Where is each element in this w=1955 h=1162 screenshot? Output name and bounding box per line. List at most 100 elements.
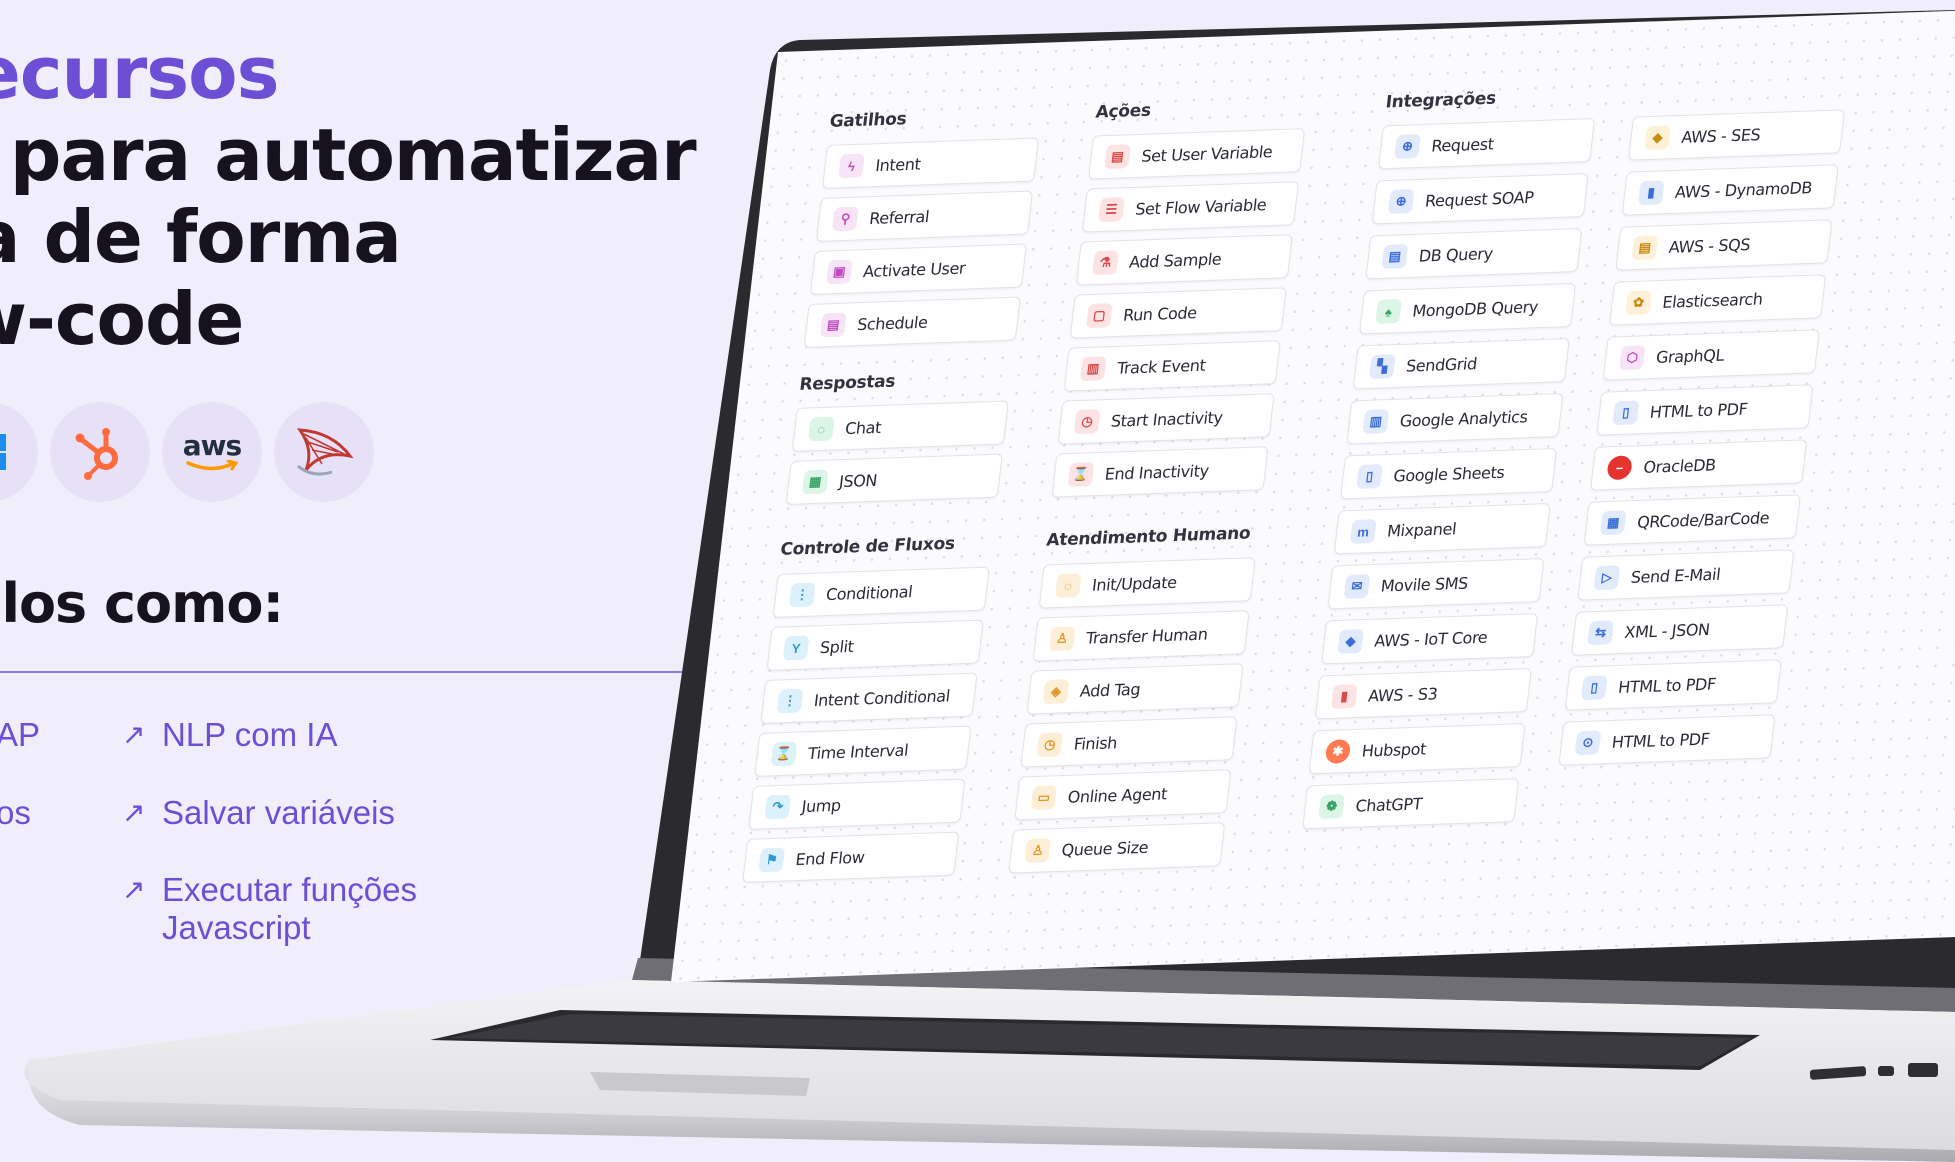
node-label: Intent (874, 154, 922, 175)
chat-icon: ◌ (807, 416, 835, 442)
node-referral[interactable]: ⚲ Referral (815, 190, 1033, 242)
jump-icon: ↷ (764, 794, 792, 820)
split-icon: Y (782, 635, 810, 661)
laptop-mockup: Gatilhos ϟ Intent ⚲ Referral ▣ Activate … (0, 0, 1955, 1162)
section-title-controle: Controle de Fluxos (779, 533, 956, 560)
node-conditional[interactable]: ⋮ Conditional (772, 566, 990, 618)
hubspot-icon: ✱ (1324, 739, 1352, 764)
node-label: AWS - S3 (1367, 683, 1439, 706)
node-queue-size[interactable]: ♙ Queue Size (1008, 822, 1226, 874)
node-label: End Inactivity (1103, 460, 1210, 484)
node-time-interval[interactable]: ⌛ Time Interval (754, 725, 972, 777)
node-json[interactable]: ▦ JSON (785, 453, 1003, 505)
node-start-inactivity[interactable]: ◷ Start Inactivity (1057, 393, 1275, 445)
node-track-event[interactable]: ▥ Track Event (1063, 340, 1281, 392)
node-label: HTML to PDF (1610, 728, 1711, 752)
branch-icon: ⋮ (776, 688, 804, 714)
node-html-to-pdf-2[interactable]: ▯ HTML to PDF (1564, 659, 1782, 711)
elasticsearch-icon: ✿ (1625, 290, 1652, 316)
node-label: HTML to PDF (1648, 398, 1749, 422)
node-sendgrid[interactable]: ▚ SendGrid (1352, 338, 1570, 390)
node-split[interactable]: Y Split (766, 619, 984, 671)
node-set-user-variable[interactable]: ▤ Set User Variable (1088, 128, 1306, 180)
clock-icon: ◷ (1036, 732, 1064, 758)
node-intent[interactable]: ϟ Intent (822, 137, 1040, 189)
monitor-icon: ▭ (1030, 785, 1058, 811)
node-aws-sqs[interactable]: ▤ AWS - SQS (1615, 219, 1833, 271)
node-label: DB Query (1417, 243, 1494, 266)
flag-icon: ⚑ (758, 847, 786, 873)
node-add-tag[interactable]: ◈ Add Tag (1026, 663, 1244, 715)
sample-icon: ⚗ (1091, 250, 1119, 276)
node-google-sheets[interactable]: ▯ Google Sheets (1340, 448, 1558, 500)
node-chatgpt[interactable]: ❁ ChatGPT (1302, 778, 1520, 830)
node-aws-dynamodb[interactable]: ▮ AWS - DynamoDB (1621, 164, 1839, 216)
node-request[interactable]: ⊕ Request (1378, 118, 1596, 170)
chart-icon: ▥ (1079, 356, 1107, 382)
node-mixpanel[interactable]: m Mixpanel (1333, 503, 1551, 555)
iot-icon: ◆ (1337, 629, 1364, 654)
node-html-to-pdf-3[interactable]: ⊙ HTML to PDF (1558, 714, 1776, 766)
node-chat[interactable]: ◌ Chat (791, 400, 1009, 452)
node-label: Mixpanel (1386, 518, 1458, 541)
sendgrid-icon: ▚ (1368, 354, 1396, 379)
envelope-icon: ✉ (1343, 574, 1371, 599)
node-xml-json[interactable]: ⇆ XML - JSON (1571, 604, 1789, 656)
node-label: Run Code (1122, 302, 1198, 325)
node-qrcode-barcode[interactable]: ▦ QRCode/BarCode (1583, 494, 1801, 546)
node-set-flow-variable[interactable]: ☰ Set Flow Variable (1081, 181, 1299, 233)
graphql-icon: ⬡ (1618, 345, 1646, 371)
node-aws-iot-core[interactable]: ◆ AWS - IoT Core (1321, 613, 1539, 665)
hourglass-icon: ⌛ (1067, 462, 1095, 488)
oracle-icon: − (1606, 455, 1633, 481)
node-label: Queue Size (1060, 837, 1150, 860)
aws-sqs-icon: ▤ (1631, 235, 1659, 261)
section-title-acoes: Ações (1094, 100, 1152, 123)
section-title-gatilhos: Gatilhos (828, 109, 908, 132)
node-request-soap[interactable]: ⊕ Request SOAP (1371, 173, 1589, 225)
node-finish[interactable]: ◷ Finish (1020, 716, 1238, 768)
node-activate-user[interactable]: ▣ Activate User (809, 243, 1027, 295)
node-aws-ses[interactable]: ◆ AWS - SES (1628, 109, 1846, 161)
section-title-respostas: Respostas (798, 371, 897, 395)
node-label: Chat (844, 417, 883, 438)
node-label: AWS - SES (1680, 124, 1762, 147)
database-icon: ▤ (1381, 244, 1409, 269)
node-init-update[interactable]: ◌ Init/Update (1038, 557, 1256, 609)
node-jump[interactable]: ↷ Jump (748, 778, 966, 830)
node-schedule[interactable]: ▤ Schedule (803, 296, 1021, 348)
node-add-sample[interactable]: ⚗ Add Sample (1075, 234, 1293, 286)
node-html-to-pdf[interactable]: ▯ HTML to PDF (1596, 384, 1814, 436)
node-run-code[interactable]: ▢ Run Code (1069, 287, 1287, 339)
node-label: Schedule (856, 312, 929, 334)
node-send-email[interactable]: ▷ Send E-Mail (1577, 549, 1795, 601)
people-icon: ♙ (1024, 838, 1052, 864)
node-mongodb-query[interactable]: ♠ MongoDB Query (1359, 283, 1577, 335)
app-screen: Gatilhos ϟ Intent ⚲ Referral ▣ Activate … (671, 5, 1955, 983)
analytics-icon: ▥ (1362, 409, 1390, 434)
node-graphql[interactable]: ⬡ GraphQL (1602, 329, 1820, 381)
node-end-flow[interactable]: ⚑ End Flow (742, 831, 960, 883)
node-intent-conditional[interactable]: ⋮ Intent Conditional (760, 672, 978, 724)
openai-icon: ❁ (1318, 794, 1346, 819)
node-transfer-human[interactable]: ♙ Transfer Human (1032, 610, 1250, 662)
node-label: Send E-Mail (1629, 564, 1722, 587)
person-icon: ♙ (1048, 626, 1076, 652)
node-elasticsearch[interactable]: ✿ Elasticsearch (1609, 274, 1827, 326)
node-label: Add Sample (1128, 249, 1223, 272)
node-online-agent[interactable]: ▭ Online Agent (1014, 769, 1232, 821)
node-label: JSON (838, 470, 879, 491)
node-label: AWS - SQS (1667, 234, 1752, 257)
node-label: Activate User (862, 258, 967, 281)
node-db-query[interactable]: ▤ DB Query (1365, 228, 1583, 280)
node-label: GraphQL (1655, 345, 1726, 367)
sheet-icon: ▯ (1356, 464, 1383, 489)
node-google-analytics[interactable]: ▥ Google Analytics (1346, 393, 1564, 445)
s3-bucket-icon: ▮ (1330, 684, 1358, 709)
pdf-icon: ▯ (1580, 675, 1608, 701)
node-end-inactivity[interactable]: ⌛ End Inactivity (1051, 446, 1269, 498)
node-aws-s3[interactable]: ▮ AWS - S3 (1314, 668, 1532, 720)
node-movile-sms[interactable]: ✉ Movile SMS (1327, 558, 1545, 610)
node-oracledb[interactable]: − OracleDB (1590, 439, 1808, 491)
node-hubspot[interactable]: ✱ Hubspot (1308, 723, 1526, 775)
